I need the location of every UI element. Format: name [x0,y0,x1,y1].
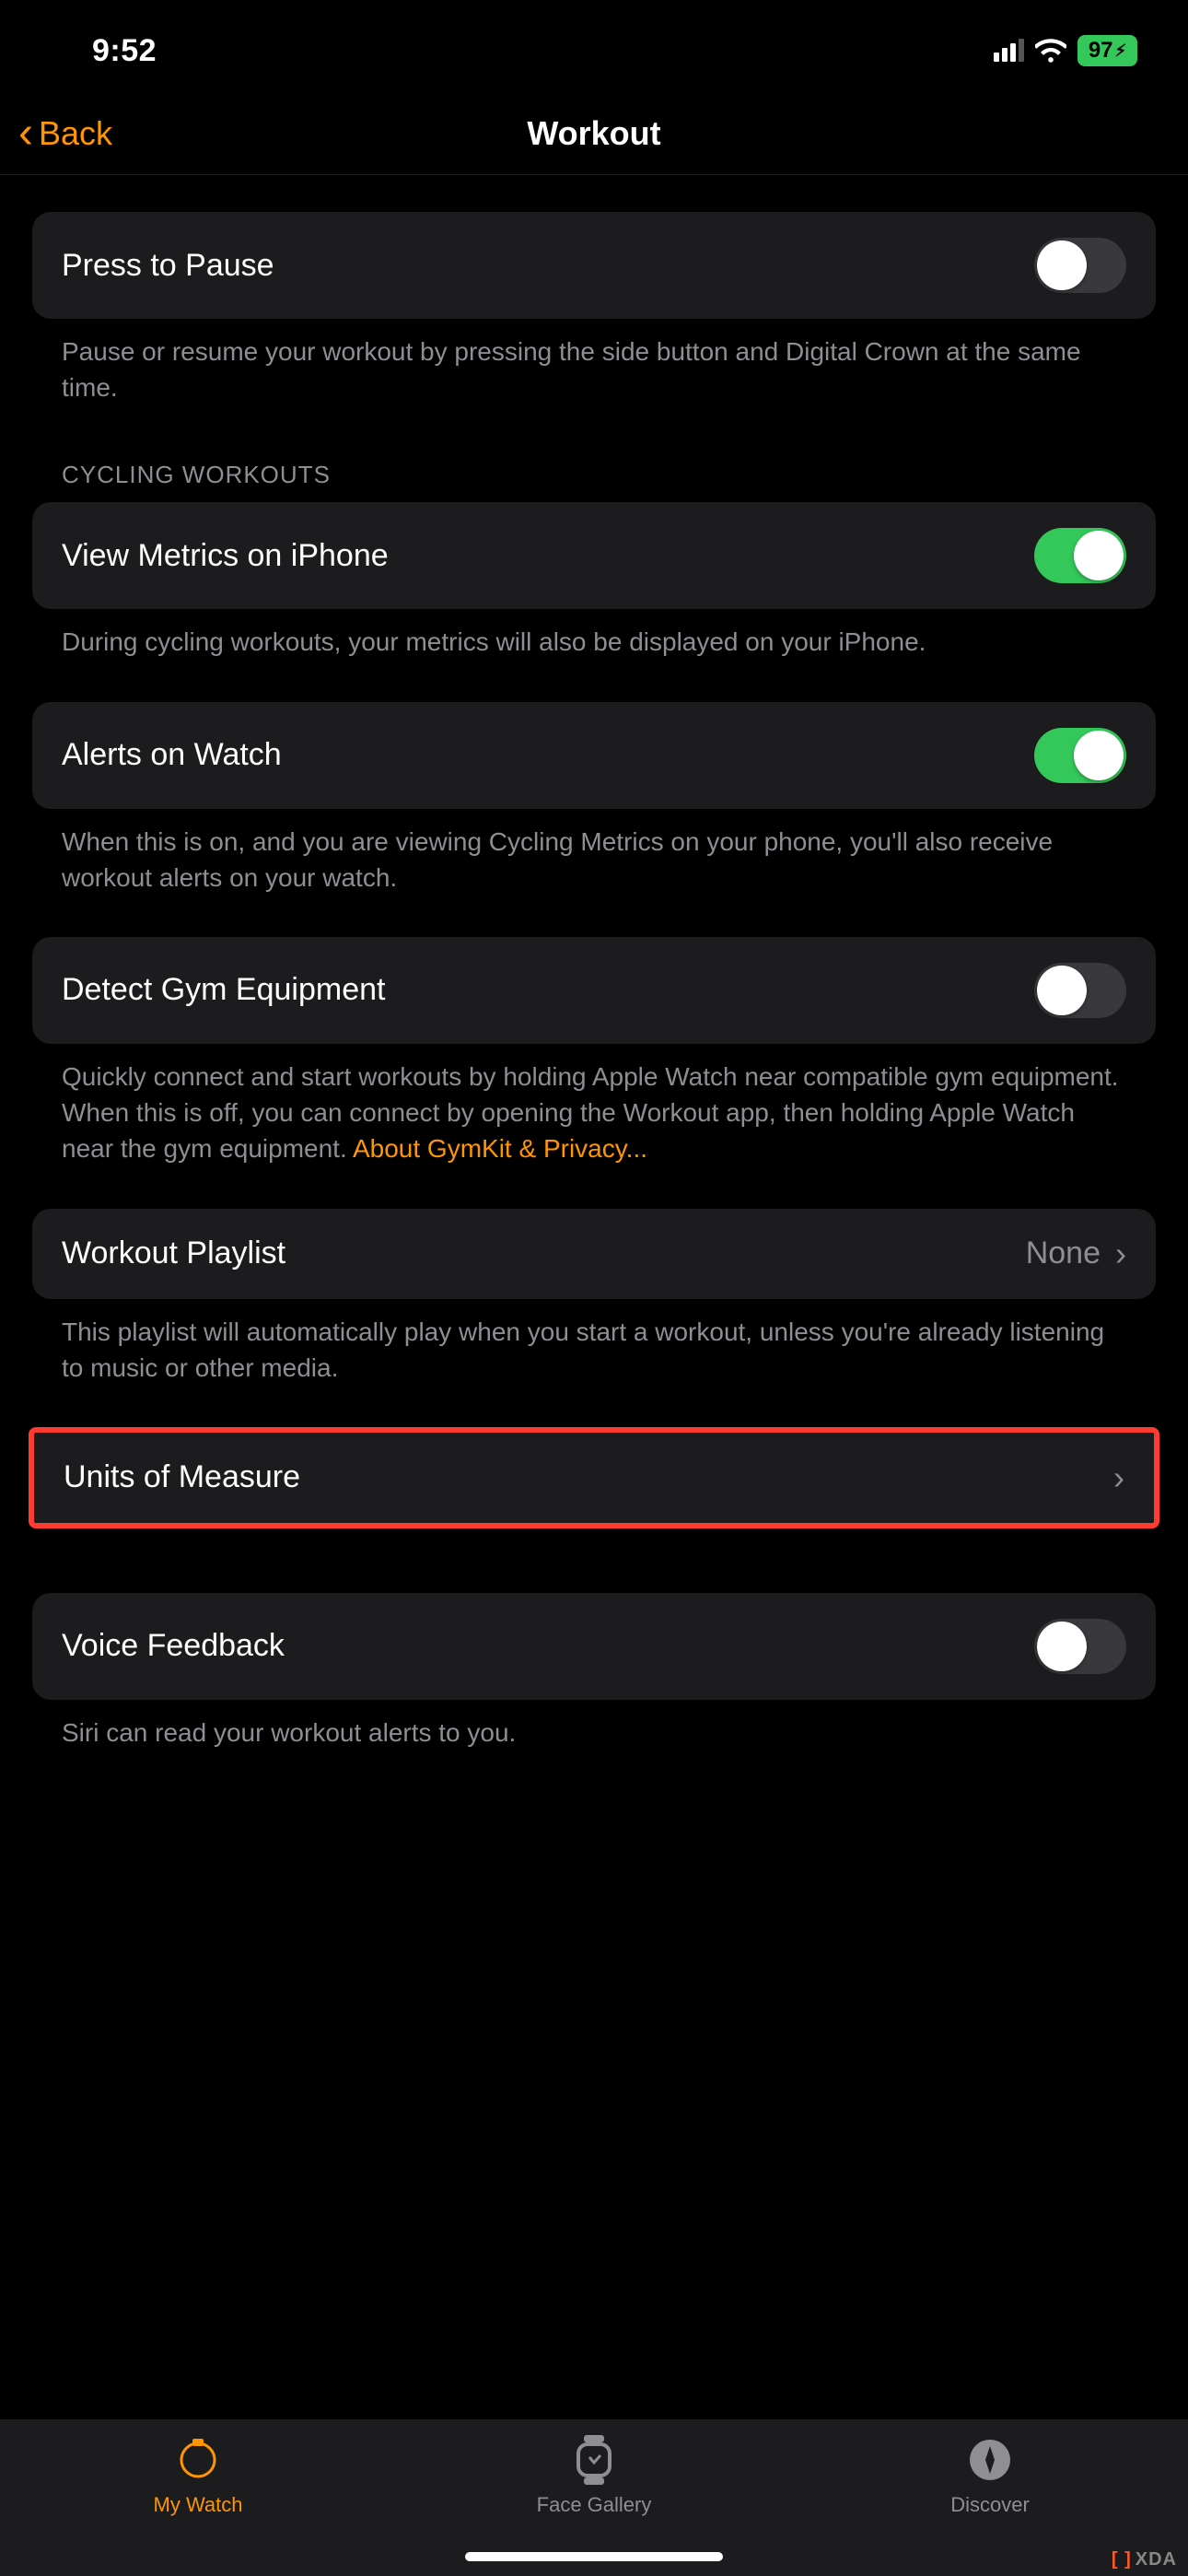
view-metrics-row[interactable]: View Metrics on iPhone [32,502,1156,609]
detect-gym-footer: Quickly connect and start workouts by ho… [32,1044,1156,1167]
cycling-workouts-header: CYCLING WORKOUTS [32,461,1156,489]
watch-icon [172,2434,224,2486]
units-of-measure-label: Units of Measure [64,1459,300,1495]
detect-gym-row[interactable]: Detect Gym Equipment [32,937,1156,1044]
voice-feedback-label: Voice Feedback [62,1628,285,1664]
press-to-pause-row[interactable]: Press to Pause [32,212,1156,319]
tab-discover-label: Discover [950,2493,1030,2517]
alerts-on-watch-toggle[interactable] [1034,728,1126,783]
back-label: Back [39,114,112,153]
tab-discover[interactable]: Discover [794,2434,1186,2517]
status-time: 9:52 [92,33,157,69]
watermark: [ ]XDA [1112,2549,1177,2570]
tab-my-watch-label: My Watch [154,2493,243,2517]
tab-my-watch[interactable]: My Watch [2,2434,394,2517]
face-gallery-icon [568,2434,620,2486]
navigation-header: ‹ Back Workout [0,92,1188,175]
gymkit-privacy-link[interactable]: About GymKit & Privacy... [353,1134,647,1163]
chevron-left-icon: ‹ [18,111,33,156]
view-metrics-toggle[interactable] [1034,528,1126,583]
alerts-on-watch-label: Alerts on Watch [62,737,282,773]
units-of-measure-highlight: Units of Measure › [29,1427,1159,1528]
alerts-on-watch-row[interactable]: Alerts on Watch [32,702,1156,809]
chevron-right-icon: › [1113,1458,1124,1497]
alerts-on-watch-footer: When this is on, and you are viewing Cyc… [32,809,1156,896]
voice-feedback-row[interactable]: Voice Feedback [32,1593,1156,1700]
status-indicators: 97⚡︎ [994,35,1137,66]
units-of-measure-row[interactable]: Units of Measure › [34,1433,1154,1523]
page-title: Workout [527,114,660,153]
workout-playlist-value: None [1026,1235,1101,1271]
status-bar: 9:52 97⚡︎ [0,0,1188,92]
chevron-right-icon: › [1115,1235,1126,1273]
press-to-pause-footer: Pause or resume your workout by pressing… [32,319,1156,405]
workout-playlist-footer: This playlist will automatically play wh… [32,1299,1156,1386]
cellular-signal-icon [994,40,1024,62]
view-metrics-label: View Metrics on iPhone [62,538,389,574]
view-metrics-footer: During cycling workouts, your metrics wi… [32,609,1156,660]
press-to-pause-label: Press to Pause [62,248,274,284]
compass-icon [964,2434,1016,2486]
detect-gym-toggle[interactable] [1034,963,1126,1018]
battery-indicator: 97⚡︎ [1077,35,1137,66]
tab-face-gallery-label: Face Gallery [537,2493,652,2517]
press-to-pause-toggle[interactable] [1034,238,1126,293]
detect-gym-label: Detect Gym Equipment [62,972,385,1008]
content-scroll[interactable]: Press to Pause Pause or resume your work… [0,175,1188,1751]
home-indicator[interactable] [465,2552,723,2561]
voice-feedback-toggle[interactable] [1034,1619,1126,1674]
workout-playlist-label: Workout Playlist [62,1235,285,1271]
back-button[interactable]: ‹ Back [18,111,112,156]
tab-face-gallery[interactable]: Face Gallery [398,2434,790,2517]
voice-feedback-footer: Siri can read your workout alerts to you… [32,1700,1156,1751]
workout-playlist-row[interactable]: Workout Playlist None › [32,1209,1156,1299]
battery-percent: 97 [1089,38,1113,64]
wifi-icon [1035,39,1066,63]
charging-bolt-icon: ⚡︎ [1115,41,1127,61]
